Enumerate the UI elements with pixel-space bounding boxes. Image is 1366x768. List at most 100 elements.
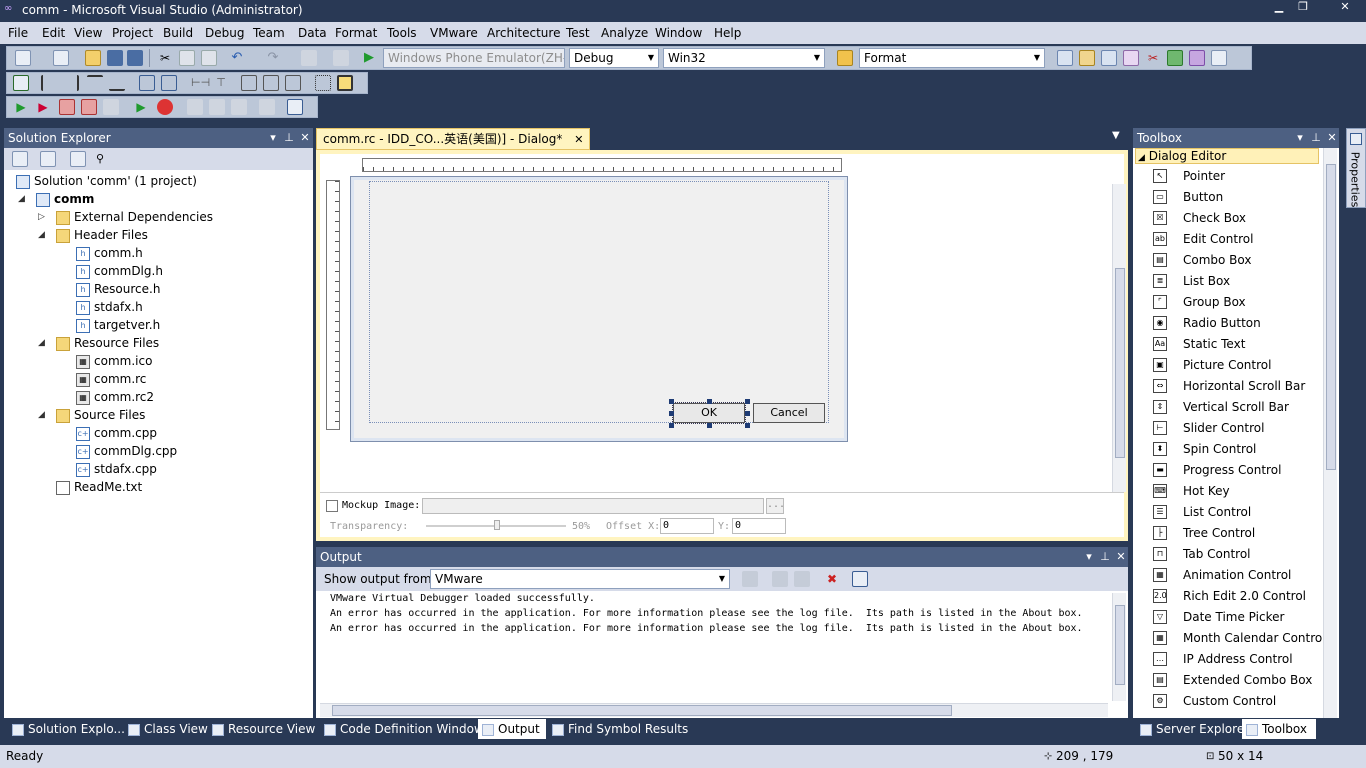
- minimize-button[interactable]: ▁: [1268, 0, 1290, 14]
- toolbox-item-extended-combo-box[interactable]: ▤ Extended Combo Box: [1153, 670, 1312, 690]
- maximize-button[interactable]: ❐: [1292, 0, 1314, 14]
- detach-icon[interactable]: [103, 99, 119, 115]
- undo-icon[interactable]: ↶: [229, 50, 245, 66]
- toggle-breakpoint-icon[interactable]: [157, 99, 173, 115]
- tree-project[interactable]: ◢ comm: [18, 190, 94, 208]
- stop-debugging-icon[interactable]: [81, 99, 97, 115]
- save-all-icon[interactable]: [127, 50, 143, 66]
- output-horizontal-scrollbar[interactable]: [320, 703, 1108, 717]
- cancel-button[interactable]: Cancel: [753, 403, 825, 423]
- center-vertical-icon[interactable]: [139, 75, 155, 91]
- add-item-icon[interactable]: [53, 50, 69, 66]
- browse-button[interactable]: ...: [766, 498, 785, 514]
- configuration-select[interactable]: Debug ▼: [569, 48, 659, 68]
- go-to-next-message-icon[interactable]: [794, 571, 810, 587]
- menu-debug[interactable]: Debug: [205, 25, 244, 41]
- window-position-icon[interactable]: ▾: [1293, 128, 1307, 148]
- bottom-tab-solution-explo[interactable]: Solution Explo...: [8, 719, 125, 739]
- go-to-previous-message-icon[interactable]: [772, 571, 788, 587]
- toolbox-item-spin-control[interactable]: ⬍ Spin Control: [1153, 439, 1256, 459]
- toolbox-item-animation-control[interactable]: ▦ Animation Control: [1153, 565, 1291, 585]
- toolbox-item-list-box[interactable]: ≣ List Box: [1153, 271, 1230, 291]
- menu-file[interactable]: File: [8, 25, 28, 41]
- scroll-thumb[interactable]: [1115, 268, 1125, 458]
- auto-hide-pin-icon[interactable]: ⊥: [1098, 547, 1112, 567]
- toolbox-tool-icon[interactable]: ✂: [1145, 50, 1161, 66]
- toggle-word-wrap-icon[interactable]: [852, 571, 868, 587]
- window-layout-icon[interactable]: [1211, 50, 1227, 66]
- menu-edit[interactable]: Edit: [42, 25, 65, 41]
- start-debugging-icon[interactable]: ▶: [361, 50, 377, 66]
- tree-item-header-files[interactable]: ◢ Header Files: [38, 226, 148, 244]
- start-page-icon[interactable]: [1167, 50, 1183, 66]
- bottom-tab-toolbox[interactable]: Toolbox: [1242, 719, 1316, 739]
- breakpoints-window-icon[interactable]: [287, 99, 303, 115]
- extension-manager-icon[interactable]: [1189, 50, 1205, 66]
- toolbox-item-tree-control[interactable]: ├ Tree Control: [1153, 523, 1255, 543]
- step-out-icon[interactable]: [209, 99, 225, 115]
- align-right-icon[interactable]: [63, 75, 79, 91]
- toolbox-item-custom-control[interactable]: ⚙ Custom Control: [1153, 691, 1276, 711]
- toolbox-item-combo-box[interactable]: ▤ Combo Box: [1153, 250, 1252, 270]
- resize-handle[interactable]: [707, 423, 712, 428]
- save-icon[interactable]: [107, 50, 123, 66]
- mockup-path-field[interactable]: [422, 498, 764, 514]
- find-icon[interactable]: [1057, 50, 1073, 66]
- toolbox-item-hot-key[interactable]: ⌨ Hot Key: [1153, 481, 1230, 501]
- tree-item-commdlg-h[interactable]: h commDlg.h: [76, 262, 163, 280]
- toolbox-item-horizontal-scroll-bar[interactable]: ⇔ Horizontal Scroll Bar: [1153, 376, 1305, 396]
- toolbox-item-month-calendar-control[interactable]: ▦ Month Calendar Control: [1153, 628, 1326, 648]
- clear-all-icon[interactable]: ✖: [824, 571, 840, 587]
- close-tab-icon[interactable]: ✕: [574, 133, 583, 146]
- toolbox-item-slider-control[interactable]: ⊢ Slider Control: [1153, 418, 1264, 438]
- cut-icon[interactable]: ✂: [157, 50, 173, 66]
- bottom-tab-code-definition-window[interactable]: Code Definition Window: [320, 719, 484, 739]
- toolbox-item-list-control[interactable]: ☰ List Control: [1153, 502, 1251, 522]
- tree-item-comm-h[interactable]: h comm.h: [76, 244, 143, 262]
- toolbox-item-date-time-picker[interactable]: ▽ Date Time Picker: [1153, 607, 1284, 627]
- resize-handle[interactable]: [669, 399, 674, 404]
- resize-handle[interactable]: [745, 399, 750, 404]
- menu-help[interactable]: Help: [714, 25, 741, 41]
- tree-item-commdlg-cpp[interactable]: c+ commDlg.cpp: [76, 442, 177, 460]
- bottom-tab-server-explorer[interactable]: Server Explorer: [1136, 719, 1249, 739]
- new-project-icon[interactable]: [15, 50, 31, 66]
- tab-list-dropdown-icon[interactable]: ▼: [1112, 130, 1120, 141]
- properties-side-tab[interactable]: Properties: [1346, 128, 1366, 208]
- window-position-icon[interactable]: ▾: [1082, 547, 1096, 567]
- close-panel-icon[interactable]: ✕: [298, 128, 312, 148]
- close-panel-icon[interactable]: ✕: [1325, 128, 1339, 148]
- menu-project[interactable]: Project: [112, 25, 153, 41]
- tree-solution[interactable]: Solution 'comm' (1 project): [16, 172, 197, 190]
- close-window-button[interactable]: ✕: [1334, 0, 1356, 14]
- resize-handle[interactable]: [745, 411, 750, 416]
- show-threads-icon[interactable]: [259, 99, 275, 115]
- bottom-tab-class-view[interactable]: Class View: [124, 719, 208, 739]
- toolbox-item-rich-edit-2-0-control[interactable]: 2.0 Rich Edit 2.0 Control: [1153, 586, 1306, 606]
- navigate-forward-icon[interactable]: [333, 50, 349, 66]
- find-message-icon[interactable]: [742, 571, 758, 587]
- tree-item-comm-cpp[interactable]: c+ comm.cpp: [76, 424, 157, 442]
- align-bottom-icon[interactable]: [109, 75, 125, 91]
- expand-toggle-icon[interactable]: ◢: [38, 226, 45, 244]
- show-all-files-icon[interactable]: [40, 151, 56, 167]
- toolbox-item-picture-control[interactable]: ▣ Picture Control: [1153, 355, 1271, 375]
- expand-toggle-icon[interactable]: ◢: [38, 406, 45, 424]
- view-class-diagram-icon[interactable]: ⚲: [92, 151, 108, 167]
- test-dialog-icon[interactable]: [13, 75, 29, 91]
- toolbox-group-header[interactable]: ◢ Dialog Editor: [1135, 148, 1319, 164]
- solution-explorer-icon[interactable]: [1079, 50, 1095, 66]
- menu-format[interactable]: Format: [335, 25, 377, 41]
- output-text[interactable]: VMware Virtual Debugger loaded successfu…: [330, 593, 1110, 703]
- find-combo[interactable]: Format ▼: [859, 48, 1045, 68]
- toolbox-item-progress-control[interactable]: ▬ Progress Control: [1153, 460, 1281, 480]
- offset-y-input[interactable]: 0: [732, 518, 786, 534]
- ok-button[interactable]: OK: [672, 402, 746, 424]
- center-horizontal-icon[interactable]: [161, 75, 177, 91]
- tree-item-external-dependencies[interactable]: ▷ External Dependencies: [38, 208, 213, 226]
- make-same-width-icon[interactable]: [241, 75, 257, 91]
- collapse-icon[interactable]: ◢: [18, 190, 25, 208]
- restart-icon[interactable]: [59, 99, 75, 115]
- tree-item-targetver-h[interactable]: h targetver.h: [76, 316, 160, 334]
- expand-toggle-icon[interactable]: ◢: [38, 334, 45, 352]
